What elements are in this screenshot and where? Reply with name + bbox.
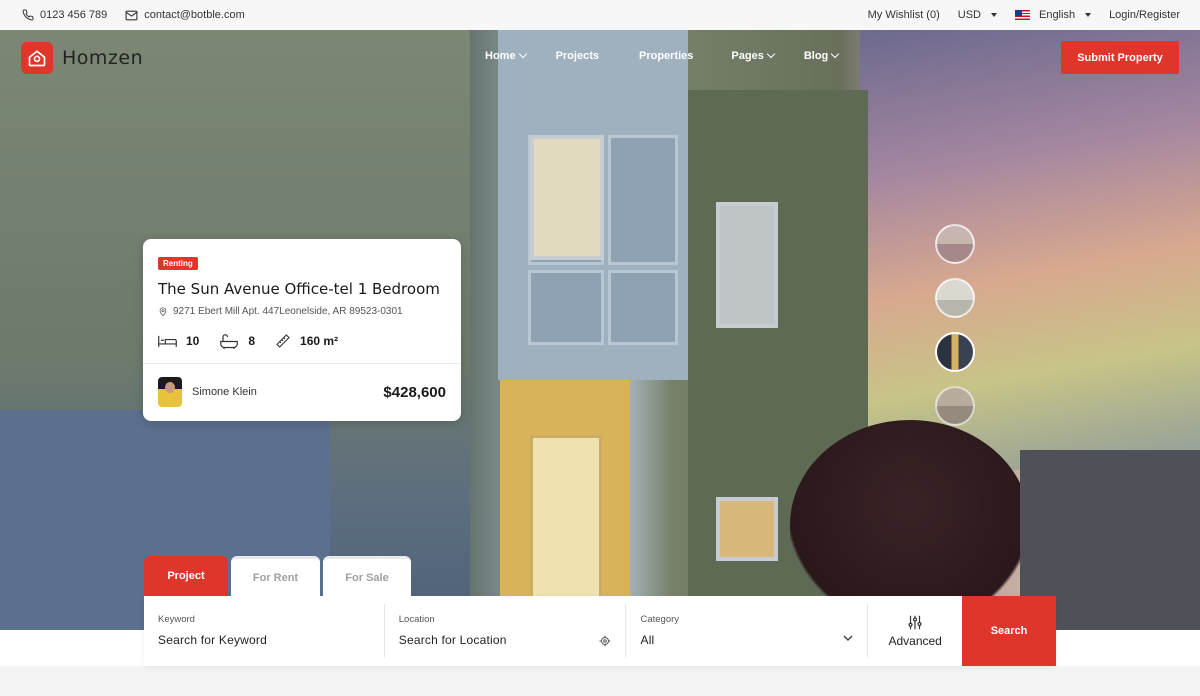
- caret-down-icon: [990, 13, 997, 17]
- area-value: 160 m²: [300, 334, 339, 348]
- category-field[interactable]: Category All: [626, 604, 869, 658]
- chevron-down-icon: [518, 49, 527, 59]
- keyword-field[interactable]: Keyword Search for Keyword: [144, 604, 385, 658]
- advanced-filter-button[interactable]: Advanced: [868, 596, 962, 666]
- card-footer: Simone Klein $428,600: [158, 377, 446, 407]
- main-nav: Home Projects Properties Pages Blog: [485, 49, 868, 62]
- nav-home[interactable]: Home: [485, 49, 556, 62]
- nav-pages[interactable]: Pages: [731, 49, 803, 62]
- address-text: 9271 Ebert Mill Apt. 447Leonelside, AR 8…: [173, 306, 403, 317]
- wishlist-link[interactable]: My Wishlist (0): [868, 9, 940, 21]
- agent-name: Simone Klein: [192, 386, 257, 398]
- category-select[interactable]: All: [640, 633, 853, 647]
- currency-switcher[interactable]: USD: [958, 9, 997, 21]
- agent-avatar: [158, 377, 182, 407]
- chevron-down-icon: [766, 49, 776, 59]
- keyword-label: Keyword: [158, 614, 195, 625]
- property-features: 10 8 160 m²: [158, 333, 446, 349]
- submit-property-button[interactable]: Submit Property: [1061, 41, 1179, 74]
- beds-count: 10: [186, 334, 200, 348]
- slide-thumbnail-2[interactable]: [935, 278, 975, 318]
- agent-info[interactable]: Simone Klein: [158, 377, 257, 407]
- property-search-form: Keyword Search for Keyword Location Sear…: [144, 596, 1056, 666]
- sliders-icon: [908, 615, 922, 629]
- property-title[interactable]: The Sun Avenue Office-tel 1 Bedroom: [158, 280, 446, 298]
- map-pin-icon: [159, 307, 167, 317]
- nav-properties[interactable]: Properties: [639, 50, 731, 62]
- search-button[interactable]: Search: [962, 596, 1056, 666]
- beds-feature: 10: [158, 334, 199, 348]
- email-contact[interactable]: contact@botble.com: [125, 9, 245, 21]
- tab-for-sale[interactable]: For Sale: [323, 556, 411, 596]
- nav-properties-label: Properties: [638, 50, 694, 62]
- baths-count: 8: [248, 334, 256, 348]
- caret-down-icon: [1085, 13, 1092, 17]
- brand-name: Homzen: [62, 47, 144, 69]
- nav-home-label: Home: [485, 50, 516, 62]
- phone-contact[interactable]: 0123 456 789: [22, 9, 107, 21]
- email-text: contact@botble.com: [144, 9, 245, 21]
- property-price: $428,600: [383, 383, 446, 401]
- slide-thumbnail-4[interactable]: [935, 386, 975, 426]
- nav-pages-label: Pages: [731, 50, 764, 62]
- currency-label: USD: [957, 9, 981, 21]
- area-feature: 160 m²: [275, 333, 338, 349]
- category-label: Category: [640, 614, 680, 625]
- search-tabs: Project For Rent For Sale: [144, 556, 411, 596]
- ruler-icon: [276, 334, 290, 348]
- brand-logo[interactable]: Homzen: [21, 42, 143, 74]
- login-register-link[interactable]: Login/Register: [1109, 9, 1180, 21]
- property-address: 9271 Ebert Mill Apt. 447Leonelside, AR 8…: [158, 306, 446, 317]
- house-logo-icon: [21, 42, 53, 74]
- featured-property-card[interactable]: Renting The Sun Avenue Office-tel 1 Bedr…: [143, 239, 461, 421]
- page-bottom: [0, 666, 1200, 696]
- baths-feature: 8: [219, 333, 256, 349]
- slide-thumbnail-3[interactable]: [935, 332, 975, 372]
- nav-blog[interactable]: Blog: [803, 49, 868, 62]
- tab-for-rent[interactable]: For Rent: [231, 556, 320, 596]
- top-bar: 0123 456 789 contact@botble.com My Wishl…: [0, 0, 1200, 30]
- nav-projects[interactable]: Projects: [556, 50, 639, 62]
- chevron-down-icon: [831, 49, 840, 59]
- us-flag-icon: [1014, 10, 1030, 20]
- bathtub-icon: [220, 333, 239, 349]
- mail-icon: [125, 10, 138, 20]
- chevron-down-icon: [843, 635, 853, 642]
- slide-thumbnail-1[interactable]: [935, 224, 975, 264]
- phone-text: 0123 456 789: [40, 9, 108, 21]
- bed-icon: [158, 335, 177, 347]
- location-field[interactable]: Location Search for Location: [385, 604, 627, 658]
- card-divider: [143, 363, 461, 364]
- locate-target-icon[interactable]: [599, 635, 611, 647]
- phone-icon: [22, 9, 34, 21]
- nav-blog-label: Blog: [803, 50, 829, 62]
- language-label: English: [1038, 9, 1076, 21]
- status-badge: Renting: [158, 257, 198, 270]
- location-input[interactable]: Search for Location: [399, 633, 612, 647]
- tab-project[interactable]: Project: [144, 556, 228, 596]
- keyword-input[interactable]: Search for Keyword: [158, 633, 370, 647]
- advanced-label: Advanced: [888, 633, 942, 648]
- location-label: Location: [398, 614, 435, 625]
- nav-projects-label: Projects: [555, 50, 599, 62]
- language-switcher[interactable]: English: [1014, 9, 1092, 21]
